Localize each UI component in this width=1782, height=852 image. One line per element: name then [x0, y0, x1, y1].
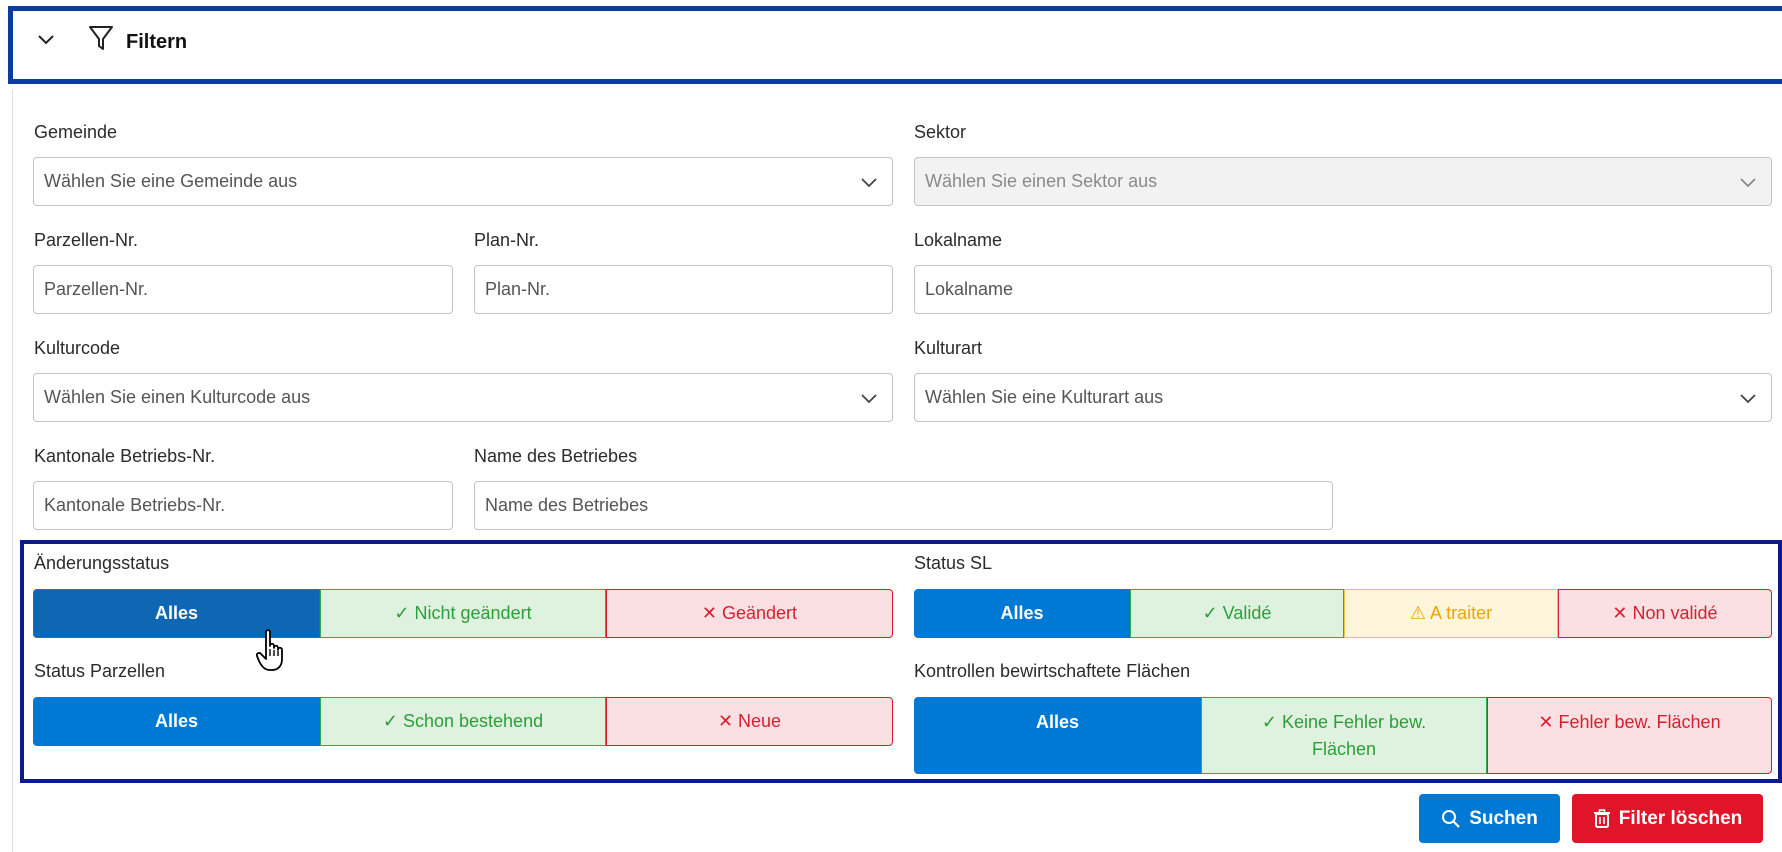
kontrollen-alles[interactable]: Alles — [914, 697, 1201, 774]
gemeinde-value: Wählen Sie eine Gemeinde aus — [44, 171, 298, 191]
betriebname-input[interactable] — [474, 481, 1333, 530]
betriebname-label: Name des Betriebes — [474, 446, 638, 466]
search-button[interactable]: Suchen — [1419, 794, 1560, 843]
kontrollen-label: Kontrollen bewirtschaftete Flächen — [914, 661, 1191, 681]
betriebsnr-input[interactable] — [33, 481, 453, 530]
status-sl-alles[interactable]: Alles — [914, 589, 1130, 638]
kulturcode-value: Wählen Sie einen Kulturcode aus — [44, 387, 311, 407]
funnel-icon — [89, 26, 113, 50]
search-icon — [1442, 809, 1460, 828]
status-sl-valide[interactable]: ✓ Validé — [1130, 589, 1344, 638]
sektor-label: Sektor — [914, 122, 967, 142]
lokalname-input[interactable] — [914, 265, 1772, 314]
status-parzellen-label: Status Parzellen — [34, 661, 166, 681]
kontrollen-keine-fehler[interactable]: ✓ Keine Fehler bew. Flächen — [1201, 697, 1487, 774]
status-parzellen-alles[interactable]: Alles — [33, 697, 320, 746]
clear-filter-label: Filter löschen — [1618, 807, 1743, 829]
status-parzellen-neue[interactable]: ✕ Neue — [606, 697, 893, 746]
clear-filter-button[interactable]: Filter löschen — [1572, 794, 1763, 843]
search-button-label: Suchen — [1469, 807, 1538, 829]
chevron-down-icon — [1740, 393, 1756, 403]
aenderungsstatus-label: Änderungsstatus — [34, 553, 170, 573]
kulturart-select[interactable]: Wählen Sie eine Kulturart aus — [914, 373, 1772, 422]
kulturart-value: Wählen Sie eine Kulturart aus — [925, 387, 1164, 407]
betriebsnr-label: Kantonale Betriebs-Nr. — [34, 446, 216, 466]
panel-border — [12, 90, 13, 852]
plan-input[interactable] — [474, 265, 893, 314]
status-sl-a-traiter[interactable]: ⚠ A traiter — [1344, 589, 1558, 638]
hand-pointer-icon — [256, 629, 283, 671]
trash-icon — [1593, 808, 1610, 828]
aenderungsstatus-geaendert[interactable]: ✕ Geändert — [606, 589, 893, 638]
status-sl-label: Status SL — [914, 553, 993, 573]
chevron-down-icon — [1740, 177, 1756, 187]
kontrollen-fehler[interactable]: ✕ Fehler bew. Flächen — [1487, 697, 1772, 774]
gemeinde-label: Gemeinde — [34, 122, 118, 142]
lokalname-label: Lokalname — [914, 230, 1003, 250]
filter-title: Filtern — [126, 31, 188, 53]
filter-header[interactable] — [8, 6, 1782, 84]
sektor-value: Wählen Sie einen Sektor aus — [925, 171, 1158, 191]
parzellen-input[interactable] — [33, 265, 453, 314]
sektor-select[interactable]: Wählen Sie einen Sektor aus — [914, 157, 1772, 206]
chevron-down-icon — [861, 393, 877, 403]
kulturart-label: Kulturart — [914, 338, 983, 358]
chevron-down-icon — [861, 177, 877, 187]
aenderungsstatus-nicht-geaendert[interactable]: ✓ Nicht geändert — [320, 589, 606, 638]
status-sl-non-valide[interactable]: ✕ Non validé — [1558, 589, 1772, 638]
parzellen-label: Parzellen-Nr. — [34, 230, 139, 250]
status-parzellen-schon-bestehend[interactable]: ✓ Schon bestehend — [320, 697, 606, 746]
chevron-down-icon[interactable] — [36, 30, 56, 50]
plan-label: Plan-Nr. — [474, 230, 540, 250]
kulturcode-select[interactable]: Wählen Sie einen Kulturcode aus — [33, 373, 893, 422]
gemeinde-select[interactable]: Wählen Sie eine Gemeinde aus — [33, 157, 893, 206]
kulturcode-label: Kulturcode — [34, 338, 121, 358]
